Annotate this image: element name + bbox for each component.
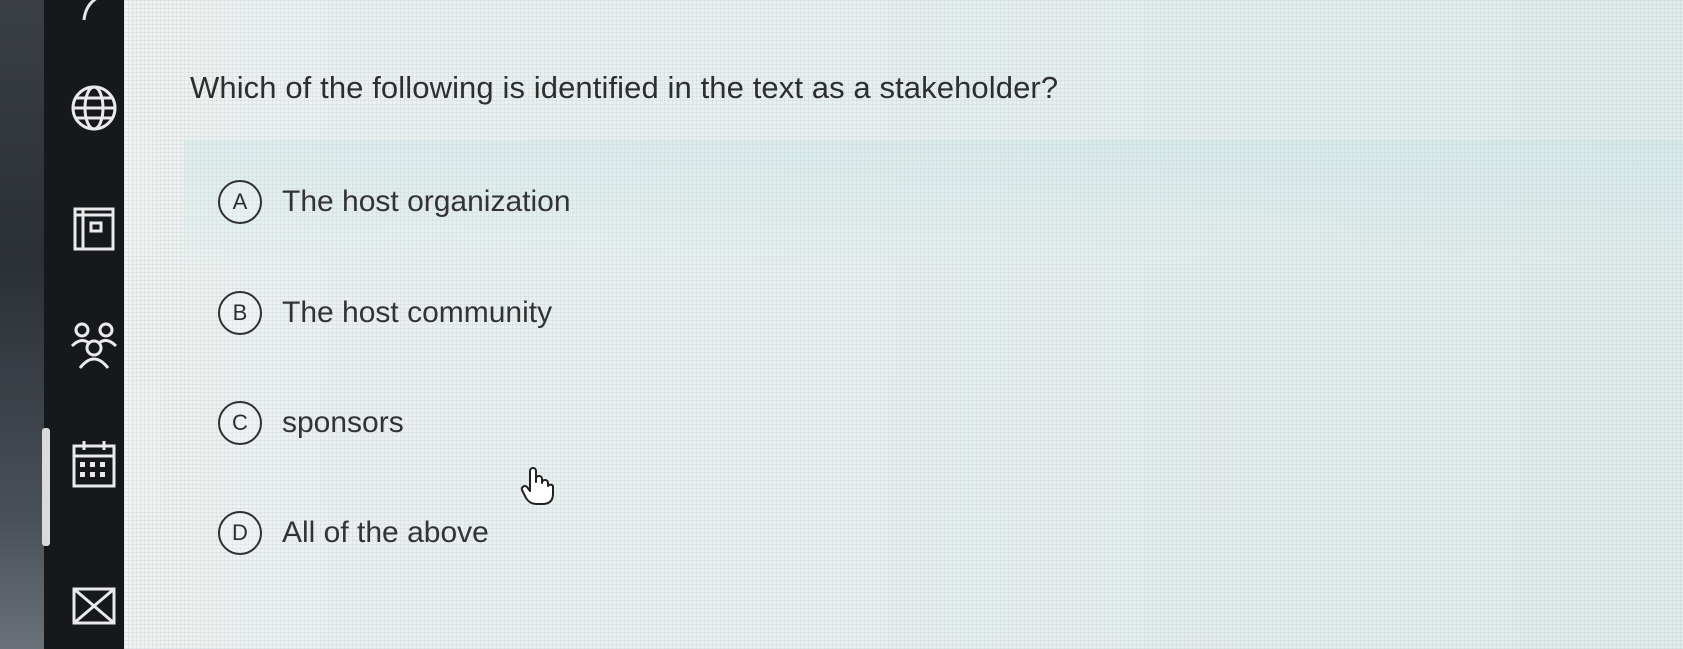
mail-icon[interactable] (66, 578, 122, 634)
option-b[interactable]: B The host community (218, 288, 552, 338)
notebook-icon[interactable] (66, 200, 122, 256)
option-label: All of the above (282, 516, 489, 549)
question-text: Which of the following is identified in … (190, 70, 1059, 105)
option-letter: C (218, 401, 262, 445)
option-letter: A (218, 180, 262, 224)
option-letter: D (218, 511, 262, 555)
active-nav-indicator (42, 428, 50, 546)
partial-top-icon[interactable] (66, 0, 122, 34)
people-icon[interactable] (66, 318, 122, 374)
window-edge (0, 0, 44, 649)
hand-cursor-icon (520, 466, 554, 511)
option-label: The host organization (282, 185, 571, 218)
option-label: The host community (282, 296, 553, 329)
option-d[interactable]: D All of the above (218, 508, 489, 558)
option-label: sponsors (282, 406, 404, 439)
calendar-icon[interactable] (66, 436, 122, 492)
option-letter: B (218, 291, 262, 335)
option-a[interactable]: A The host organization (218, 177, 571, 227)
globe-icon[interactable] (66, 80, 122, 136)
option-c[interactable]: C sponsors (218, 398, 404, 448)
